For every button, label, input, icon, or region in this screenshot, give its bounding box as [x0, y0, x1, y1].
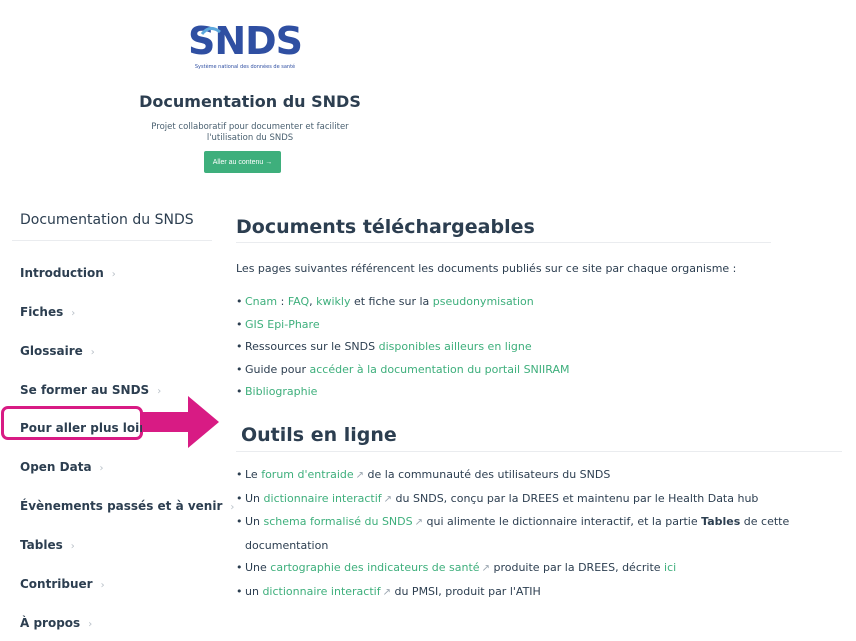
link-acceder-documentation[interactable]: accéder à la documentation du portail SN… — [310, 363, 570, 376]
link-cartographie[interactable]: cartographie des indicateurs de santé — [270, 561, 479, 574]
intro-paragraph: Les pages suivantes référencent les docu… — [236, 262, 737, 275]
external-link-icon: ↗ — [383, 493, 393, 505]
sidebar-title[interactable]: Documentation du SNDS — [20, 212, 194, 228]
list-item: Ressources sur le SNDS disponibles aille… — [236, 336, 570, 359]
link-forum-entraide[interactable]: forum d'entraide — [261, 468, 353, 481]
external-link-icon: ↗ — [481, 563, 490, 574]
list-item-continuation: documentation — [245, 538, 329, 552]
link-disponibles-ailleurs[interactable]: disponibles ailleurs en ligne — [379, 340, 532, 353]
sidebar-item-contribuer[interactable]: Contribuer › — [20, 577, 105, 591]
heading-divider — [236, 451, 842, 452]
sidebar-item-introduction[interactable]: Introduction › — [20, 266, 116, 280]
sidebar-item-pour-aller-plus-loin[interactable]: Pour aller plus loin — [20, 421, 148, 435]
list-item: Une cartographie des indicateurs de sant… — [236, 557, 789, 581]
link-kwikly[interactable]: kwikly — [316, 295, 350, 308]
sidebar: Documentation du SNDS Introduction › Fich… — [0, 196, 234, 641]
list-item: Guide pour accéder à la documentation du… — [236, 359, 570, 382]
list-item: Un schema formalisé du SNDS↗ qui aliment… — [236, 511, 789, 535]
sidebar-item-open-data[interactable]: Open Data › — [20, 460, 104, 474]
chevron-right-icon: › — [88, 619, 93, 630]
list-item: Bibliographie — [236, 381, 570, 404]
section-heading-outils: Outils en ligne — [241, 424, 397, 446]
list-item: Un dictionnaire interactif↗ du SNDS, con… — [236, 488, 789, 512]
external-link-icon: ↗ — [382, 586, 391, 598]
chevron-right-icon: › — [71, 308, 76, 319]
list-item: Cnam : FAQ, kwikly et fiche sur la pseud… — [236, 291, 570, 314]
sidebar-item-evenements[interactable]: Évènements passés et à venir › — [20, 499, 234, 513]
link-pseudonymisation[interactable]: pseudonymisation — [433, 295, 534, 308]
link-schema-formalise[interactable]: schema formalisé du SNDS — [264, 515, 413, 528]
site-description: Projet collaboratif pour documenter et f… — [151, 122, 349, 143]
sidebar-item-tables[interactable]: Tables › — [20, 538, 75, 552]
external-link-icon: ↗ — [414, 517, 424, 528]
link-ici[interactable]: ici — [664, 561, 676, 574]
link-bibliographie[interactable]: Bibliographie — [245, 385, 317, 398]
link-dictionnaire-pmsi[interactable]: dictionnaire interactif — [262, 585, 380, 598]
link-faq[interactable]: FAQ — [288, 295, 309, 308]
chevron-right-icon: › — [99, 463, 104, 474]
logo-subtitle: Système national des données de santé — [195, 63, 295, 70]
documents-list: Cnam : FAQ, kwikly et fiche sur la pseud… — [236, 291, 570, 404]
sidebar-item-fiches[interactable]: Fiches › — [20, 305, 75, 319]
sidebar-item-a-propos[interactable]: À propos › — [20, 616, 92, 630]
chevron-right-icon: › — [230, 502, 235, 513]
section-heading-documents: Documents téléchargeables — [236, 216, 535, 238]
list-item: Le forum d'entraide↗ de la communauté de… — [236, 464, 789, 488]
link-cnam[interactable]: Cnam — [245, 295, 277, 308]
tools-list: Le forum d'entraide↗ de la communauté de… — [236, 464, 789, 604]
list-item: GIS Epi-Phare — [236, 314, 570, 337]
chevron-right-icon: › — [70, 541, 75, 552]
site-header: SNDS Système national des données de san… — [0, 0, 500, 190]
link-gis-epi-phare[interactable]: GIS Epi-Phare — [245, 318, 320, 331]
site-title: Documentation du SNDS — [139, 92, 361, 111]
go-to-content-button[interactable]: Aller au contenu → — [204, 151, 281, 173]
sidebar-item-se-former[interactable]: Se former au SNDS › — [20, 383, 161, 397]
chevron-right-icon: › — [100, 580, 105, 591]
sidebar-item-glossaire[interactable]: Glossaire › — [20, 344, 95, 358]
snds-logo[interactable]: SNDS Système national des données de san… — [180, 20, 310, 72]
list-item: un dictionnaire interactif↗ du PMSI, pro… — [236, 581, 789, 605]
external-link-icon: ↗ — [355, 470, 365, 481]
pointer-arrow-icon — [142, 396, 219, 448]
link-dictionnaire-interactif[interactable]: dictionnaire interactif — [264, 492, 382, 505]
chevron-right-icon: › — [111, 269, 116, 280]
heading-divider — [236, 242, 771, 243]
sidebar-divider — [12, 240, 212, 241]
chevron-right-icon: › — [90, 347, 95, 358]
logo-text: SNDS — [188, 20, 302, 63]
